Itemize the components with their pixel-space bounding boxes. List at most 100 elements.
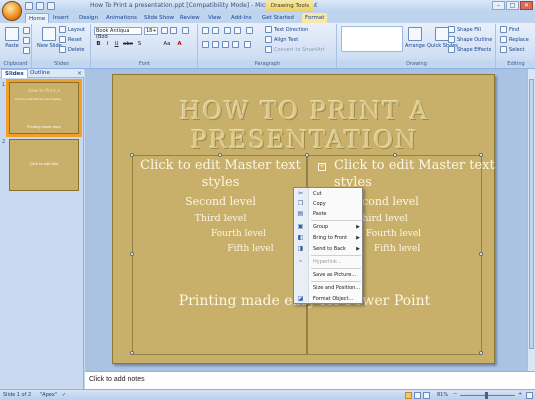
tab-slides[interactable]: Slides	[1, 69, 28, 78]
zoom-in-icon[interactable]: +	[518, 391, 522, 397]
bullets-icon[interactable]	[202, 27, 209, 34]
normal-view-icon[interactable]	[405, 392, 412, 399]
minimize-button[interactable]: –	[492, 1, 505, 10]
notes-placeholder[interactable]: Click to add notes	[89, 376, 145, 383]
spell-check-icon[interactable]: ✓	[62, 392, 66, 398]
shape-fill-button[interactable]: Shape Fill	[448, 26, 481, 33]
numbering-icon[interactable]	[212, 27, 219, 34]
align-text-button[interactable]: Align Text	[265, 36, 298, 43]
resize-handle[interactable]	[130, 153, 134, 157]
change-case-button[interactable]: Aa	[162, 41, 172, 48]
tab-insert[interactable]: Insert	[53, 13, 69, 23]
italic-button[interactable]: I	[104, 41, 111, 48]
find-button[interactable]: Find	[500, 26, 519, 33]
redo-icon[interactable]	[47, 2, 55, 10]
shape-outline-button[interactable]: Shape Outline	[448, 36, 492, 43]
strikethrough-button[interactable]: abc	[122, 41, 134, 48]
menu-item-format-object[interactable]: ◪ Format Object...	[294, 294, 364, 304]
office-button[interactable]	[2, 1, 22, 21]
increase-indent-icon[interactable]	[234, 27, 241, 34]
notes-pane[interactable]: Click to add notes	[85, 371, 535, 389]
align-text-icon	[265, 36, 272, 43]
fit-to-window-icon[interactable]	[526, 392, 533, 399]
paste-button[interactable]: Paste	[5, 27, 19, 49]
content-placeholder-left[interactable]: Click to edit Master text styles Second …	[130, 153, 307, 355]
tab-design[interactable]: Design	[79, 13, 98, 23]
shrink-font-icon[interactable]	[170, 27, 177, 34]
resize-handle[interactable]	[479, 351, 483, 355]
menu-item-copy[interactable]: ❐ Copy	[294, 199, 364, 209]
text-direction-button[interactable]: Text Direction	[265, 26, 308, 33]
menu-item-send-to-back[interactable]: ◨ Send to Back ▶	[294, 244, 364, 254]
vertical-scrollbar[interactable]	[527, 69, 535, 371]
replace-button[interactable]: Replace	[500, 36, 529, 43]
menu-item-bring-to-front[interactable]: ◧ Bring to Front ▶	[294, 233, 364, 243]
slide-thumbnail-1[interactable]: How to Print a Click to edit Master text…	[6, 79, 82, 137]
font-family-select[interactable]: Book Antiqua (Bod	[94, 27, 142, 40]
cut-icon[interactable]	[23, 27, 30, 34]
shapes-gallery[interactable]	[341, 26, 403, 52]
justify-icon[interactable]	[232, 41, 239, 48]
menu-item-paste[interactable]: ▤ Paste	[294, 209, 364, 219]
insert-content-icon[interactable]: +	[318, 163, 326, 171]
tab-add-ins[interactable]: Add-Ins	[231, 13, 252, 23]
resize-handle[interactable]	[130, 252, 134, 256]
slide-title[interactable]: HOW TO PRINT A PRESENTATION	[113, 97, 496, 155]
decrease-indent-icon[interactable]	[224, 27, 231, 34]
tab-review[interactable]: Review	[180, 13, 200, 23]
arrange-button[interactable]: Arrange	[405, 27, 425, 49]
delete-slide-button[interactable]: Delete	[59, 46, 84, 53]
menu-item-save-as-picture[interactable]: Save as Picture...	[294, 270, 364, 280]
resize-handle[interactable]	[479, 252, 483, 256]
resize-handle[interactable]	[218, 153, 222, 157]
format-painter-icon[interactable]	[23, 47, 30, 54]
select-button[interactable]: Select	[500, 46, 524, 53]
zoom-slider-thumb[interactable]	[485, 392, 488, 399]
zoom-out-icon[interactable]: −	[453, 391, 457, 397]
menu-item-cut[interactable]: ✂ Cut	[294, 189, 364, 199]
slide-show-view-icon[interactable]	[423, 392, 430, 399]
scrollbar-thumb[interactable]	[529, 79, 534, 349]
tab-animations[interactable]: Animations	[106, 13, 137, 23]
zoom-level[interactable]: 81%	[437, 392, 448, 398]
resize-handle[interactable]	[305, 153, 309, 157]
tab-home[interactable]: Home	[25, 13, 50, 23]
copy-icon[interactable]	[23, 37, 30, 44]
menu-item-hyperlink[interactable]: ⚭ Hyperlink...	[294, 257, 364, 267]
menu-item-group[interactable]: ▣ Group ▶	[294, 222, 364, 232]
font-color-button[interactable]: A	[176, 41, 183, 48]
slide-thumbnail-2[interactable]: Click to add title	[9, 139, 79, 191]
undo-icon[interactable]	[36, 2, 44, 10]
resize-handle[interactable]	[479, 153, 483, 157]
tab-format[interactable]: Format	[302, 13, 328, 23]
line-spacing-icon[interactable]	[246, 27, 253, 34]
thumb-body: Click to edit Master text styles	[15, 97, 61, 101]
font-size-select[interactable]: 18+	[144, 27, 158, 35]
tab-get-started[interactable]: Get Started	[262, 13, 294, 23]
close-panel-icon[interactable]: ×	[77, 70, 82, 77]
layout-button[interactable]: Layout	[59, 26, 85, 33]
convert-smartart-button[interactable]: Convert to SmartArt	[265, 46, 325, 53]
tab-outline[interactable]: Outline	[27, 69, 53, 78]
new-slide-button[interactable]: New Slide	[37, 27, 62, 49]
clear-formatting-icon[interactable]	[182, 27, 189, 34]
save-icon[interactable]	[25, 2, 33, 10]
text-shadow-button[interactable]: S	[136, 41, 143, 48]
reset-button[interactable]: Reset	[59, 36, 82, 43]
tab-slide-show[interactable]: Slide Show	[144, 13, 174, 23]
slide-sorter-view-icon[interactable]	[414, 392, 421, 399]
shape-effects-button[interactable]: Shape Effects	[448, 46, 491, 53]
maximize-button[interactable]: □	[506, 1, 519, 10]
resize-handle[interactable]	[393, 153, 397, 157]
underline-button[interactable]: U	[113, 41, 120, 48]
columns-icon[interactable]	[244, 41, 251, 48]
resize-handle[interactable]	[130, 351, 134, 355]
bold-button[interactable]: B	[95, 41, 102, 48]
align-left-icon[interactable]	[202, 41, 209, 48]
tab-view[interactable]: View	[208, 13, 221, 23]
menu-item-size-and-position[interactable]: Size and Position...	[294, 283, 364, 293]
close-button[interactable]: ✕	[520, 1, 533, 10]
grow-font-icon[interactable]	[161, 27, 168, 34]
align-right-icon[interactable]	[222, 41, 229, 48]
align-center-icon[interactable]	[212, 41, 219, 48]
